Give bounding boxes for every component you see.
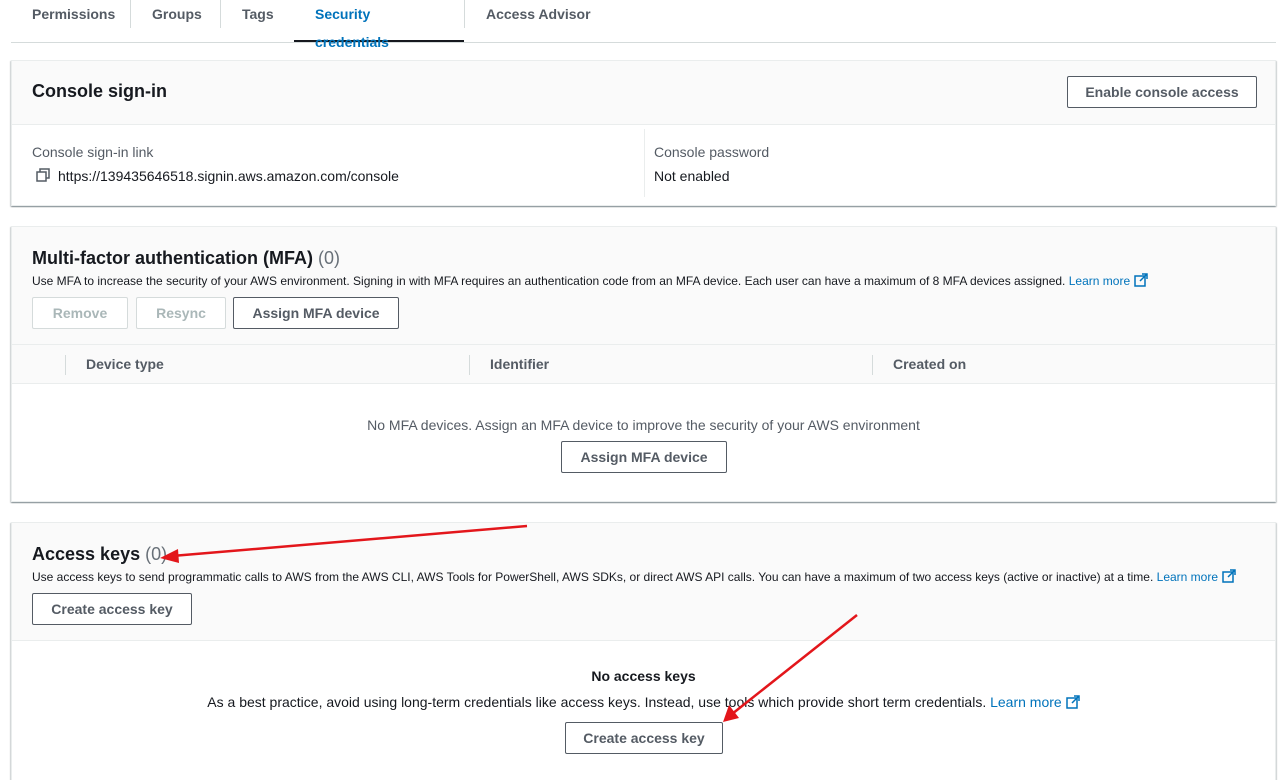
tab-bar: Permissions Groups Tags Security credent… bbox=[11, 0, 1276, 50]
tab-tags[interactable]: Tags bbox=[221, 0, 295, 42]
mfa-table-header: Device type Identifier Created on bbox=[12, 345, 1275, 384]
access-keys-count: (0) bbox=[145, 544, 168, 564]
console-password-value: Not enabled bbox=[654, 168, 730, 184]
resync-mfa-button[interactable]: Resync bbox=[136, 297, 226, 329]
tab-access-advisor[interactable]: Access Advisor bbox=[465, 0, 612, 42]
mfa-header: Multi-factor authentication (MFA) (0) Us… bbox=[12, 227, 1275, 345]
access-keys-description-text: Use access keys to send programmatic cal… bbox=[32, 570, 1154, 584]
external-link-icon bbox=[1134, 273, 1148, 290]
create-access-key-button[interactable]: Create access key bbox=[32, 593, 192, 625]
column-divider bbox=[65, 355, 66, 375]
no-access-keys-text-body: As a best practice, avoid using long-ter… bbox=[207, 694, 987, 710]
access-keys-title-text: Access keys bbox=[32, 544, 141, 564]
access-keys-title: Access keys (0) bbox=[32, 544, 167, 565]
external-link-icon bbox=[1065, 695, 1080, 712]
no-access-keys-text: As a best practice, avoid using long-ter… bbox=[12, 694, 1275, 712]
mfa-description-text: Use MFA to increase the security of your… bbox=[32, 274, 1066, 288]
no-access-keys-title: No access keys bbox=[591, 668, 696, 684]
console-signin-panel: Console sign-in Enable console access Co… bbox=[11, 60, 1276, 206]
access-keys-header: Access keys (0) Use access keys to send … bbox=[12, 523, 1275, 641]
mfa-count: (0) bbox=[318, 248, 340, 268]
console-signin-link-label: Console sign-in link bbox=[32, 144, 154, 160]
tab-permissions[interactable]: Permissions bbox=[11, 0, 136, 42]
empty-create-access-key-button[interactable]: Create access key bbox=[565, 722, 723, 754]
access-keys-learn-more-link[interactable]: Learn more bbox=[1157, 570, 1218, 584]
access-keys-description: Use access keys to send programmatic cal… bbox=[32, 569, 1236, 586]
column-divider bbox=[469, 355, 470, 375]
mfa-description: Use MFA to increase the security of your… bbox=[32, 273, 1148, 290]
console-signin-header: Console sign-in Enable console access bbox=[12, 61, 1275, 125]
mfa-panel: Multi-factor authentication (MFA) (0) Us… bbox=[11, 226, 1276, 502]
mfa-title: Multi-factor authentication (MFA) (0) bbox=[32, 248, 340, 269]
enable-console-access-button[interactable]: Enable console access bbox=[1067, 76, 1257, 108]
assign-mfa-device-button[interactable]: Assign MFA device bbox=[233, 297, 399, 329]
column-divider bbox=[872, 355, 873, 375]
mfa-empty-text: No MFA devices. Assign an MFA device to … bbox=[367, 417, 920, 433]
console-signin-link-value: https://139435646518.signin.aws.amazon.c… bbox=[58, 168, 399, 184]
console-signin-title: Console sign-in bbox=[32, 81, 167, 101]
tab-groups[interactable]: Groups bbox=[131, 0, 223, 42]
column-device-type[interactable]: Device type bbox=[86, 345, 164, 383]
tab-security-credentials[interactable]: Security credentials bbox=[294, 0, 464, 50]
mfa-learn-more-link[interactable]: Learn more bbox=[1069, 274, 1130, 288]
empty-assign-mfa-device-button[interactable]: Assign MFA device bbox=[561, 441, 727, 473]
mfa-title-text: Multi-factor authentication (MFA) bbox=[32, 248, 313, 268]
external-link-icon bbox=[1222, 569, 1236, 586]
column-divider bbox=[644, 129, 645, 197]
copy-icon[interactable] bbox=[36, 168, 50, 182]
column-identifier[interactable]: Identifier bbox=[490, 345, 549, 383]
console-password-label: Console password bbox=[654, 144, 770, 160]
no-access-keys-learn-more-link[interactable]: Learn more bbox=[990, 694, 1062, 710]
column-created-on[interactable]: Created on bbox=[893, 345, 966, 383]
access-keys-panel: Access keys (0) Use access keys to send … bbox=[11, 522, 1276, 780]
remove-mfa-button[interactable]: Remove bbox=[32, 297, 128, 329]
